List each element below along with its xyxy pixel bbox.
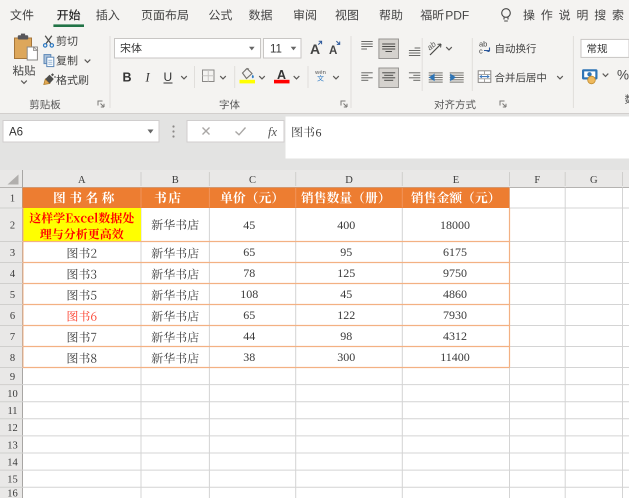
svg-text:9: 9: [10, 372, 15, 383]
svg-text:fx: fx: [268, 125, 277, 139]
svg-text:10: 10: [7, 389, 18, 400]
svg-text:9750: 9750: [443, 266, 467, 280]
svg-text:5: 5: [10, 290, 15, 301]
svg-text:108: 108: [240, 287, 258, 301]
svg-text:3: 3: [10, 248, 15, 259]
svg-text:11400: 11400: [440, 350, 470, 364]
svg-text:95: 95: [340, 245, 352, 259]
svg-text:2: 2: [10, 221, 15, 232]
svg-text:6: 6: [316, 125, 322, 139]
svg-text:4312: 4312: [443, 329, 467, 343]
svg-text:I: I: [145, 71, 151, 85]
svg-text:65: 65: [243, 308, 255, 322]
svg-text:E: E: [453, 175, 459, 186]
svg-text:65: 65: [243, 245, 255, 259]
svg-text:98: 98: [340, 329, 352, 343]
svg-text:%: %: [617, 68, 629, 83]
svg-text:11: 11: [7, 406, 17, 417]
svg-text:B: B: [123, 71, 132, 85]
svg-text:38: 38: [243, 350, 255, 364]
svg-text:78: 78: [243, 266, 255, 280]
svg-text:45: 45: [243, 218, 255, 232]
svg-text:122: 122: [337, 308, 355, 322]
svg-text:C: C: [249, 175, 256, 186]
svg-text:D: D: [345, 175, 353, 186]
svg-text:4: 4: [10, 269, 16, 280]
svg-text:7930: 7930: [443, 308, 467, 322]
svg-text:A: A: [310, 41, 320, 57]
svg-text:15: 15: [7, 474, 18, 485]
svg-text:4860: 4860: [443, 287, 467, 301]
svg-text:6175: 6175: [443, 245, 467, 259]
svg-text:8: 8: [10, 353, 15, 364]
svg-text:1: 1: [10, 194, 15, 205]
svg-text:300: 300: [337, 350, 355, 364]
svg-text:G: G: [590, 175, 598, 186]
svg-text:B: B: [172, 175, 179, 186]
svg-text:16: 16: [7, 488, 18, 498]
svg-text:18000: 18000: [440, 218, 470, 232]
svg-text:F: F: [534, 175, 540, 186]
svg-text:PDF: PDF: [445, 8, 469, 22]
svg-text:A6: A6: [9, 127, 23, 139]
svg-text:44: 44: [243, 329, 255, 343]
svg-text:400: 400: [337, 218, 355, 232]
svg-text:7: 7: [10, 332, 15, 343]
svg-text:6: 6: [10, 311, 15, 322]
svg-text:13: 13: [7, 440, 18, 451]
svg-text:A: A: [329, 45, 337, 57]
svg-text:12: 12: [7, 423, 18, 434]
svg-text:11: 11: [270, 43, 282, 55]
svg-text:125: 125: [337, 266, 355, 280]
svg-text:c: c: [479, 47, 483, 56]
svg-text:U: U: [164, 70, 173, 84]
svg-text:A: A: [78, 175, 86, 186]
svg-text:45: 45: [340, 287, 352, 301]
svg-text:14: 14: [7, 457, 18, 468]
